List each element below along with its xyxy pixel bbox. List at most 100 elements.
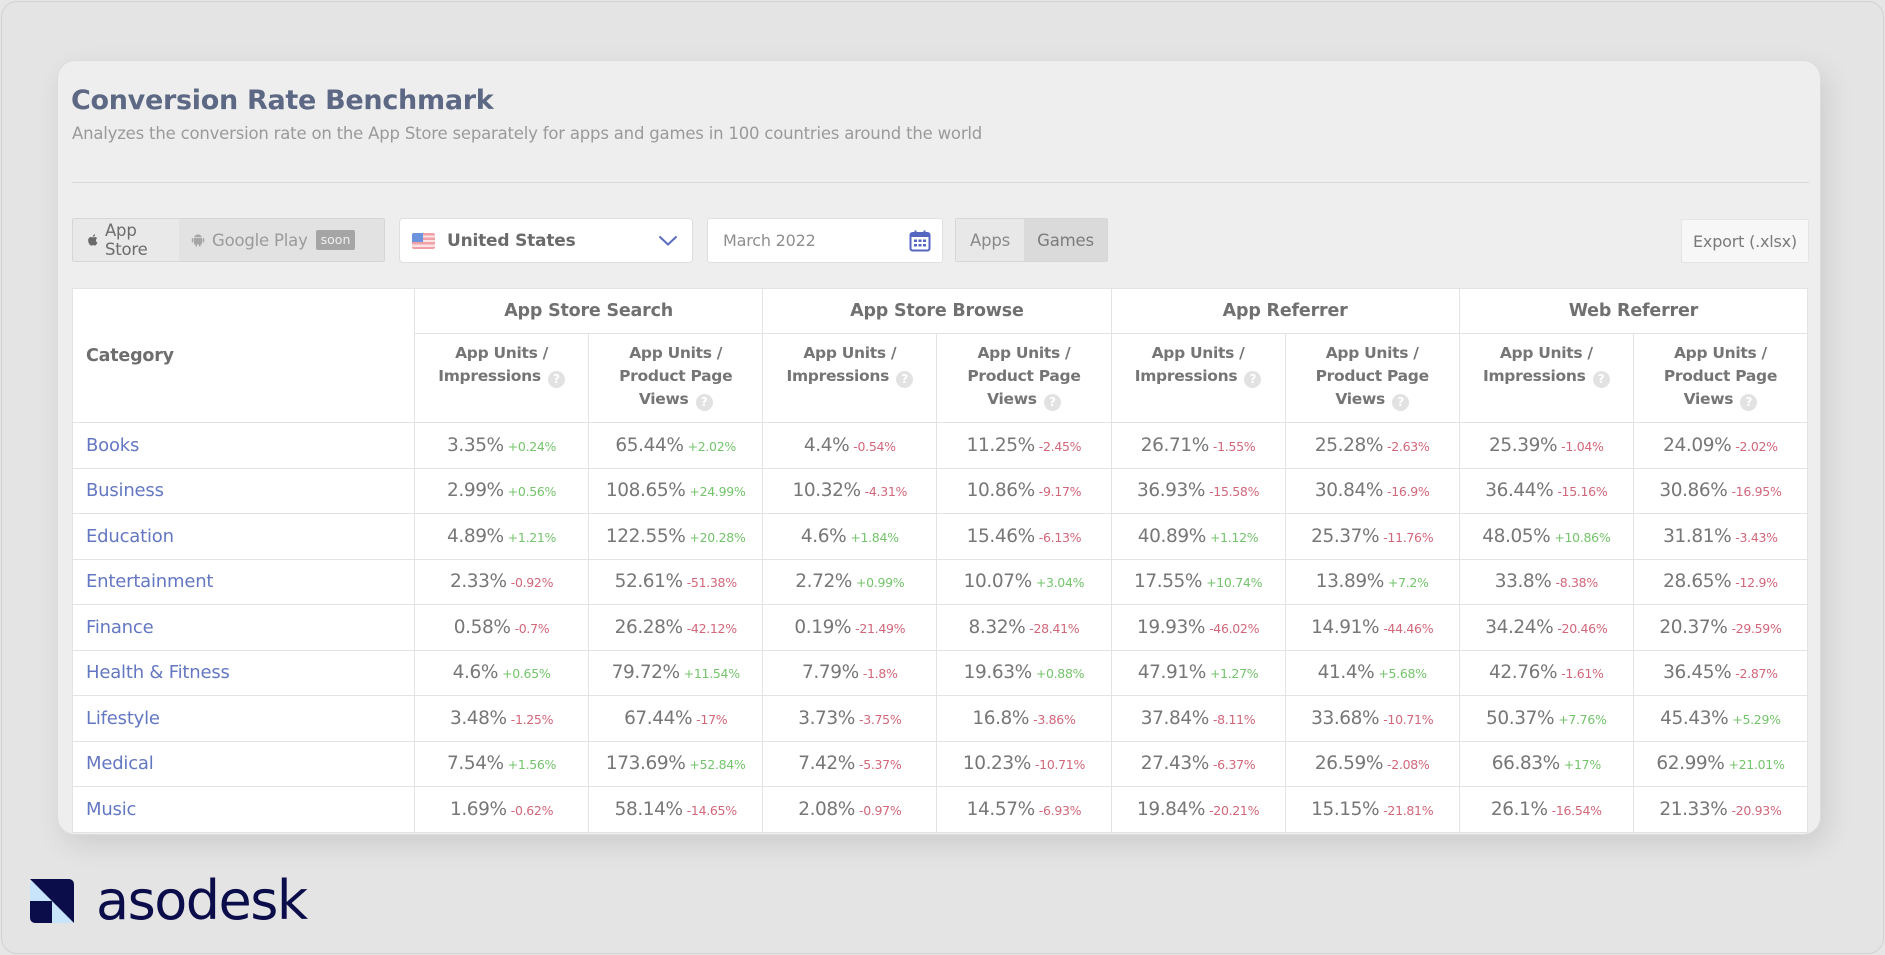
category-link[interactable]: Books [72,422,415,469]
metric-cell: 52.61% -51.38% [588,558,764,605]
help-icon[interactable]: ? [1740,394,1758,411]
metric-cell: 3.48% -1.25% [413,695,590,742]
column-header-line: Impressions [786,367,890,385]
category-link[interactable]: Music [72,786,415,833]
metric-delta: -1.8% [862,666,898,682]
type-option-apps[interactable]: Apps [956,219,1024,261]
metric-delta: +1.12% [1209,529,1259,545]
metric-value: 14.57% [966,798,1036,820]
metric-value: 25.39% [1489,434,1558,456]
metric-cell: 2.08% -0.97% [762,786,938,833]
metric-delta: -6.13% [1038,529,1082,545]
help-icon[interactable]: ? [695,394,713,411]
header-divider [72,182,1809,183]
group-header-app-store-search: App Store Search [413,288,764,334]
metric-value: 40.89% [1137,525,1207,547]
column-header-line: Product Page [1663,367,1778,385]
metric-delta: -16.95% [1731,484,1782,500]
metric-delta: -16.9% [1387,484,1430,500]
help-icon[interactable]: ? [1592,371,1610,388]
category-link[interactable]: Finance [72,604,415,651]
metric-delta: -11.76% [1383,529,1434,545]
category-link[interactable]: Business [72,467,415,514]
metric-cell: 26.28% -42.12% [588,604,764,651]
metric-delta: -3.75% [858,711,902,727]
column-header-line: Views [987,390,1037,408]
metric-cell: 26.1% -16.54% [1458,786,1634,833]
column-header-category[interactable]: Category [72,288,415,423]
column-header-units-per-product-page-views: App Units / Product Page Views ? [936,333,1112,423]
metric-delta: -6.93% [1038,802,1082,818]
metric-cell: 25.37% -11.76% [1284,513,1460,560]
table-row: Education 4.89% +1.21% 122.55% +20.28% 4.6% +1… [72,513,1809,560]
metric-cell: 47.91% +1.27% [1110,649,1286,696]
category-link[interactable]: Entertainment [72,558,415,605]
metric-value: 2.72% [795,571,852,593]
metric-cell: 108.65% +24.99% [588,467,764,514]
metric-cell: 10.32% -4.31% [762,467,938,514]
category-link[interactable]: Health & Fitness [72,649,415,696]
metric-delta: +11.54% [683,666,740,682]
table-body: Books 3.35% +0.24% 65.44% +2.02% 4.4% -0.54% 11… [72,422,1809,833]
help-icon[interactable]: ? [1043,394,1061,411]
store-option-google-play[interactable]: Google Play soon [179,219,367,261]
metric-cell: 48.05% +10.86% [1458,513,1634,560]
metric-value: 2.08% [798,798,855,820]
calendar-icon[interactable] [908,229,932,253]
type-option-games[interactable]: Games [1024,219,1107,261]
metric-cell: 7.54% +1.56% [413,740,590,787]
category-link[interactable]: Education [72,513,415,560]
metric-value: 25.37% [1311,525,1380,547]
metric-cell: 66.83% +17% [1458,740,1634,787]
page-subtitle: Analyzes the conversion rate on the App … [72,124,983,143]
metric-value: 25.28% [1314,434,1384,456]
metric-value: 4.4% [803,434,850,456]
metric-cell: 14.57% -6.93% [936,786,1112,833]
help-icon[interactable]: ? [547,371,565,388]
asodesk-logo-icon [30,879,74,923]
metric-cell: 25.28% -2.63% [1284,422,1460,469]
table-row: Entertainment 2.33% -0.92% 52.61% -51.38% 2.7… [72,558,1809,605]
column-header-line: App Units / [1151,344,1245,362]
metric-value: 4.6% [800,525,847,547]
metric-value: 33.8% [1494,571,1552,593]
metric-value: 52.61% [614,571,684,593]
metric-value: 31.81% [1663,525,1732,547]
help-icon[interactable]: ? [896,371,914,388]
metric-delta: -28.41% [1029,620,1080,636]
category-link[interactable]: Medical [72,740,415,787]
metric-cell: 19.84% -20.21% [1110,786,1286,833]
metric-cell: 10.23% -10.71% [936,740,1112,787]
help-icon[interactable]: ? [1244,371,1262,388]
metric-delta: +0.88% [1035,666,1085,682]
apple-icon [88,234,98,246]
help-icon[interactable]: ? [1392,394,1410,411]
metric-cell: 36.93% -15.58% [1110,467,1286,514]
metric-cell: 34.24% -20.46% [1458,604,1634,651]
metric-cell: 37.84% -8.11% [1110,695,1286,742]
export-xlsx-button[interactable]: Export (.xlsx) [1681,219,1809,263]
month-picker[interactable]: March 2022 [707,218,943,263]
metric-value: 19.84% [1136,798,1206,820]
metric-delta: -2.45% [1038,438,1082,454]
metric-delta: -10.71% [1383,711,1434,727]
metric-cell: 28.65% -12.9% [1632,558,1809,605]
column-header-line: Product Page [619,367,733,385]
column-header-units-per-impressions: App Units / Impressions ? [1110,333,1286,423]
metric-value: 66.83% [1491,753,1561,775]
metric-cell: 36.44% -15.16% [1458,467,1634,514]
metric-delta: +7.76% [1558,711,1607,727]
soon-badge: soon [315,230,356,250]
column-header-units-per-impressions: App Units / Impressions ? [762,333,938,423]
metric-cell: 10.86% -9.17% [936,467,1112,514]
page-title: Conversion Rate Benchmark [71,85,494,116]
metric-delta: +1.27% [1209,666,1259,682]
country-select[interactable]: United States [399,218,693,263]
metric-delta: -15.58% [1209,484,1260,500]
metric-cell: 19.93% -46.02% [1110,604,1286,651]
metric-delta: -2.87% [1735,666,1778,682]
store-option-app-store[interactable]: App Store [73,219,179,261]
category-link[interactable]: Lifestyle [72,695,415,742]
metric-value: 26.59% [1314,753,1384,775]
metric-delta: -12.9% [1735,575,1778,591]
